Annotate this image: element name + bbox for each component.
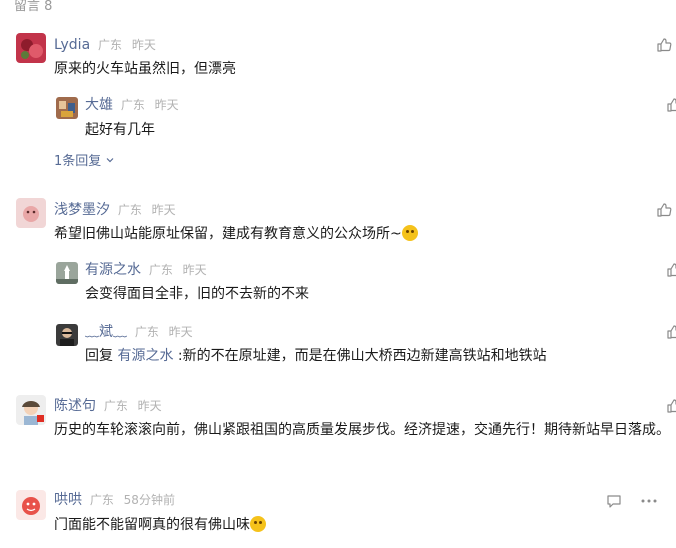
like-icon[interactable] [666, 262, 676, 278]
reply-to-user[interactable]: 有源之水 [117, 348, 173, 364]
reply-meta: 大雄 广东 昨天 [85, 97, 185, 113]
reply-time: 昨天 [168, 325, 193, 339]
reply-text: 会变得面目全非，旧的不去新的不来 [85, 286, 309, 302]
smile-emoji-icon [401, 225, 418, 241]
commenter-location: 广东 [103, 399, 128, 413]
replier-location: 广东 [148, 263, 173, 277]
reply-prefix: 回复 [85, 348, 113, 364]
comment-text-body: 希望旧佛山站能原址保留，建成有教育意义的公众场所~ [54, 226, 402, 242]
comment-reply-icon[interactable] [606, 493, 622, 509]
avatar[interactable] [16, 33, 46, 63]
like-icon[interactable] [666, 97, 676, 113]
replier-location: 广东 [120, 98, 145, 112]
comment-meta: Lydia 广东 昨天 [54, 37, 162, 53]
avatar[interactable] [56, 324, 78, 346]
reply-meta: ﹏斌﹏ 广东 昨天 [85, 324, 199, 340]
chevron-down-icon [106, 158, 114, 163]
comment-time: 58分钟前 [123, 493, 175, 507]
commenter-name[interactable]: Lydia [54, 37, 90, 53]
avatar[interactable] [16, 395, 46, 425]
commenter-location: 广东 [89, 493, 114, 507]
commenter-name[interactable]: 浅梦墨汐 [54, 202, 110, 218]
like-icon[interactable] [656, 202, 672, 218]
more-options-icon[interactable] [640, 493, 658, 509]
avatar-image [56, 324, 78, 346]
like-icon[interactable] [666, 324, 676, 340]
reply-meta: 有源之水 广东 昨天 [85, 262, 213, 278]
comment-text: 希望旧佛山站能原址保留，建成有教育意义的公众场所~ [54, 223, 418, 245]
commenter-name[interactable]: 哄哄 [54, 492, 82, 508]
expand-replies-label: 1条回复 [54, 154, 102, 169]
commenter-location: 广东 [97, 38, 122, 52]
comment-text: 历史的车轮滚滚向前，佛山紧跟祖国的高质量发展步伐。经济提速，交通先行！期待新站早… [54, 422, 670, 438]
comment-meta: 哄哄 广东 58分钟前 [54, 492, 181, 508]
replier-name[interactable]: 有源之水 [85, 262, 141, 278]
crying-emoji-icon [250, 516, 266, 532]
comment-meta: 陈述句 广东 昨天 [54, 398, 168, 414]
comment-text: 原来的火车站虽然旧，但漂亮 [54, 61, 236, 77]
comment-time: 昨天 [131, 38, 156, 52]
avatar[interactable] [16, 490, 46, 520]
avatar-image [16, 33, 46, 63]
comment-time: 昨天 [137, 399, 162, 413]
avatar-image [56, 97, 78, 119]
comment-meta: 浅梦墨汐 广东 昨天 [54, 202, 182, 218]
commenter-name[interactable]: 陈述句 [54, 398, 96, 414]
avatar-image [16, 198, 46, 228]
reply-text-body: :新的不在原址建，而是在佛山大桥西边新建高铁站和地铁站 [177, 348, 547, 364]
replier-name[interactable]: ﹏斌﹏ [85, 324, 127, 340]
comment-text: 门面能不能留啊真的很有佛山味 [54, 514, 266, 536]
avatar[interactable] [56, 262, 78, 284]
avatar-image [56, 262, 78, 284]
comments-header: 留言 8 [14, 0, 53, 14]
comment-time: 昨天 [151, 203, 176, 217]
reply-time: 昨天 [182, 263, 207, 277]
replier-name[interactable]: 大雄 [85, 97, 113, 113]
reply-text: 回复 有源之水 :新的不在原址建，而是在佛山大桥西边新建高铁站和地铁站 [85, 345, 547, 367]
replier-location: 广东 [134, 325, 159, 339]
like-icon[interactable] [666, 398, 676, 414]
reply-text: 起好有几年 [85, 122, 155, 138]
commenter-location: 广东 [117, 203, 142, 217]
expand-replies-link[interactable]: 1条回复 [54, 150, 115, 169]
like-icon[interactable] [656, 37, 672, 53]
avatar-image [16, 490, 46, 520]
comment-text-body: 门面能不能留啊真的很有佛山味 [54, 517, 250, 533]
reply-time: 昨天 [154, 98, 179, 112]
avatar[interactable] [56, 97, 78, 119]
avatar[interactable] [16, 198, 46, 228]
avatar-image [16, 395, 46, 425]
